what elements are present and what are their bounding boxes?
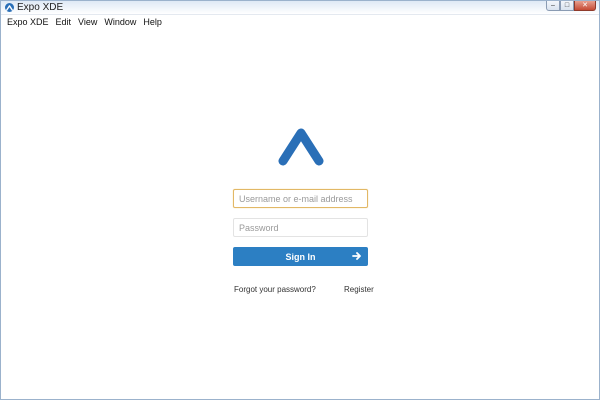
menu-view[interactable]: View bbox=[78, 17, 97, 27]
menu-help[interactable]: Help bbox=[143, 17, 162, 27]
menu-expo-xde[interactable]: Expo XDE bbox=[7, 17, 49, 27]
menu-window[interactable]: Window bbox=[104, 17, 136, 27]
expo-logo-icon bbox=[277, 125, 325, 169]
expo-app-icon bbox=[5, 3, 14, 12]
window-title: Expo XDE bbox=[17, 2, 64, 13]
menu-bar: Expo XDE Edit View Window Help bbox=[1, 15, 599, 28]
maximize-button[interactable]: □ bbox=[560, 1, 574, 11]
close-button[interactable]: ✕ bbox=[574, 1, 596, 11]
app-window: Expo XDE – □ ✕ Expo XDE Edit View Window… bbox=[0, 0, 600, 400]
arrow-right-icon bbox=[352, 252, 361, 260]
sign-in-label: Sign In bbox=[285, 251, 316, 262]
sign-in-button[interactable]: Sign In bbox=[233, 247, 368, 266]
username-input[interactable] bbox=[233, 189, 368, 208]
forgot-password-link[interactable]: Forgot your password? bbox=[234, 285, 316, 294]
menu-edit[interactable]: Edit bbox=[56, 17, 72, 27]
minimize-button[interactable]: – bbox=[546, 1, 560, 11]
register-link[interactable]: Register bbox=[344, 285, 374, 294]
password-input[interactable] bbox=[233, 218, 368, 237]
main-content bbox=[1, 28, 599, 399]
title-bar[interactable]: Expo XDE – □ ✕ bbox=[1, 1, 599, 15]
window-controls: – □ ✕ bbox=[546, 1, 596, 11]
